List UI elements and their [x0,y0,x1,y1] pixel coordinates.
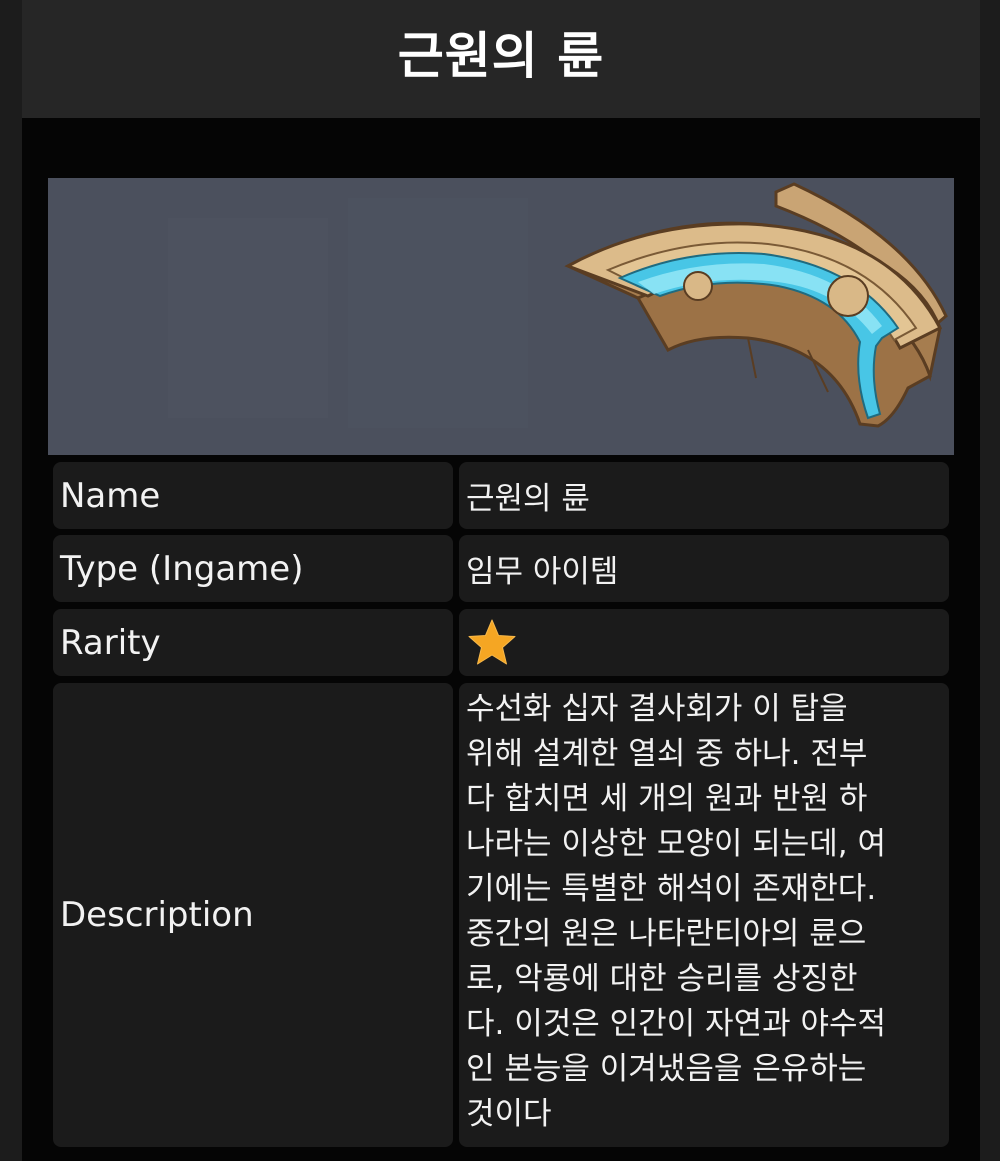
name-label: Name [53,462,453,529]
type-value: 임무 아이템 [459,535,949,602]
item-image [48,178,954,455]
description-value: 수선화 십자 결사회가 이 탑을 위해 설계한 열쇠 중 하나. 전부 다 합치… [459,683,949,1147]
ring-fragment-icon [48,178,954,455]
star-icon [468,619,516,664]
page-title: 근원의 륜 [397,27,605,85]
name-value: 근원의 륜 [459,462,949,529]
type-label: Type (Ingame) [53,535,453,602]
description-label: Description [53,683,453,1147]
rarity-value [459,609,949,676]
page: 근원의 륜 Name 근원의 륜 Type (Ingame) 임무 아이템 Ra… [22,0,980,1161]
rarity-label: Rarity [53,609,453,676]
header: 근원의 륜 [22,0,980,118]
